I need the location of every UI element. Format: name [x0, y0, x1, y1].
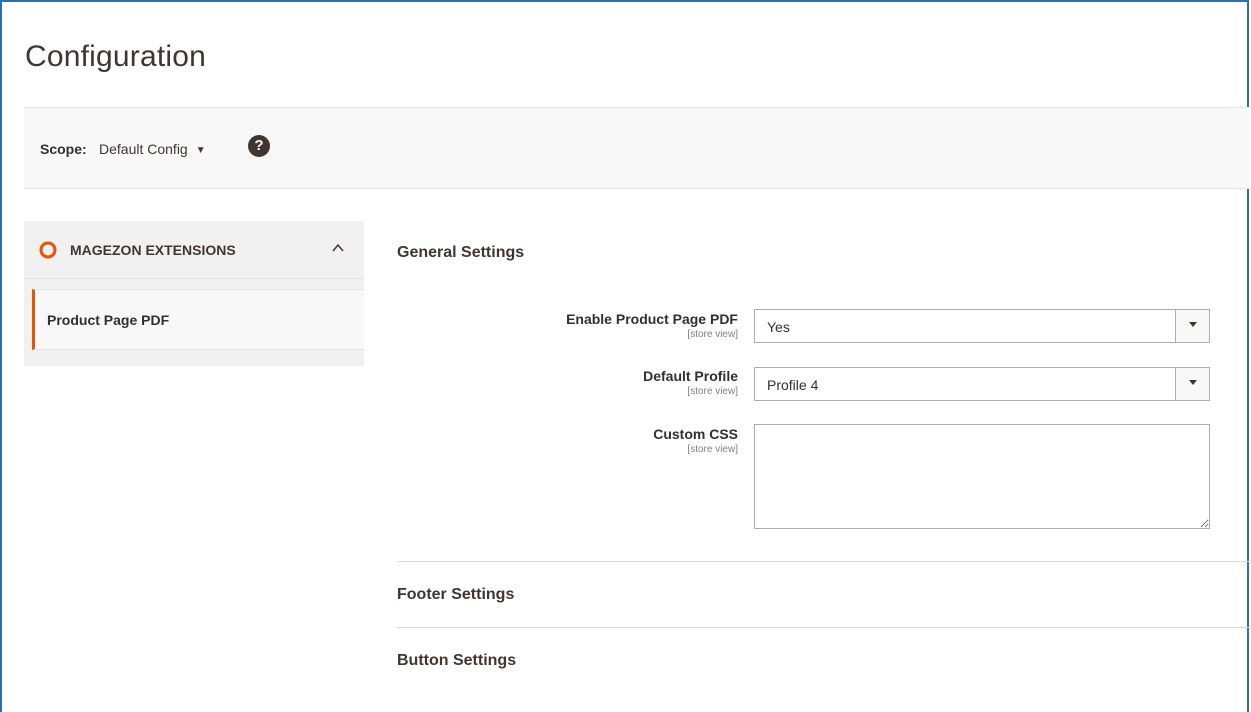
sidebar-group-title: MAGEZON EXTENSIONS	[70, 242, 236, 258]
scope-value: Default Config	[99, 141, 188, 157]
default-profile-value: Profile 4	[767, 377, 819, 393]
sidebar-item-label: Product Page PDF	[47, 312, 170, 328]
magezon-logo-icon	[39, 241, 57, 259]
enable-pdf-label: Enable Product Page PDF	[566, 311, 738, 327]
section-divider	[397, 561, 1249, 562]
sidebar-group-magezon[interactable]: MAGEZON EXTENSIONS	[24, 221, 364, 279]
section-general-settings[interactable]: General Settings	[397, 244, 524, 262]
caret-down-icon: ▼	[195, 145, 206, 156]
chevron-up-icon	[332, 243, 344, 252]
scope-label: Scope:	[40, 141, 87, 157]
scope-switcher[interactable]: Default Config ▼	[99, 141, 206, 157]
sidebar-item-product-page-pdf[interactable]: Product Page PDF	[32, 289, 364, 350]
custom-css-textarea[interactable]	[754, 424, 1210, 529]
default-profile-select[interactable]: Profile 4	[754, 367, 1210, 401]
select-arrow-icon	[1189, 322, 1197, 327]
select-arrow-icon	[1189, 380, 1197, 385]
custom-css-scope-hint: [store view]	[687, 444, 738, 455]
default-profile-scope-hint: [store view]	[687, 386, 738, 397]
select-arrow-zone	[1175, 310, 1209, 342]
section-footer-settings[interactable]: Footer Settings	[397, 586, 514, 604]
config-sidebar: MAGEZON EXTENSIONS Product Page PDF	[24, 221, 364, 366]
page-title: Configuration	[25, 40, 207, 73]
select-arrow-zone	[1175, 368, 1209, 400]
help-icon[interactable]: ?	[248, 135, 270, 157]
enable-pdf-select[interactable]: Yes	[754, 309, 1210, 343]
scope-bar: Scope: Default Config ▼ ?	[24, 107, 1249, 189]
custom-css-label: Custom CSS	[653, 426, 738, 442]
enable-pdf-value: Yes	[767, 319, 790, 335]
enable-pdf-scope-hint: [store view]	[687, 329, 738, 340]
section-divider	[397, 627, 1249, 628]
default-profile-label: Default Profile	[643, 368, 738, 384]
section-button-settings[interactable]: Button Settings	[397, 652, 516, 670]
